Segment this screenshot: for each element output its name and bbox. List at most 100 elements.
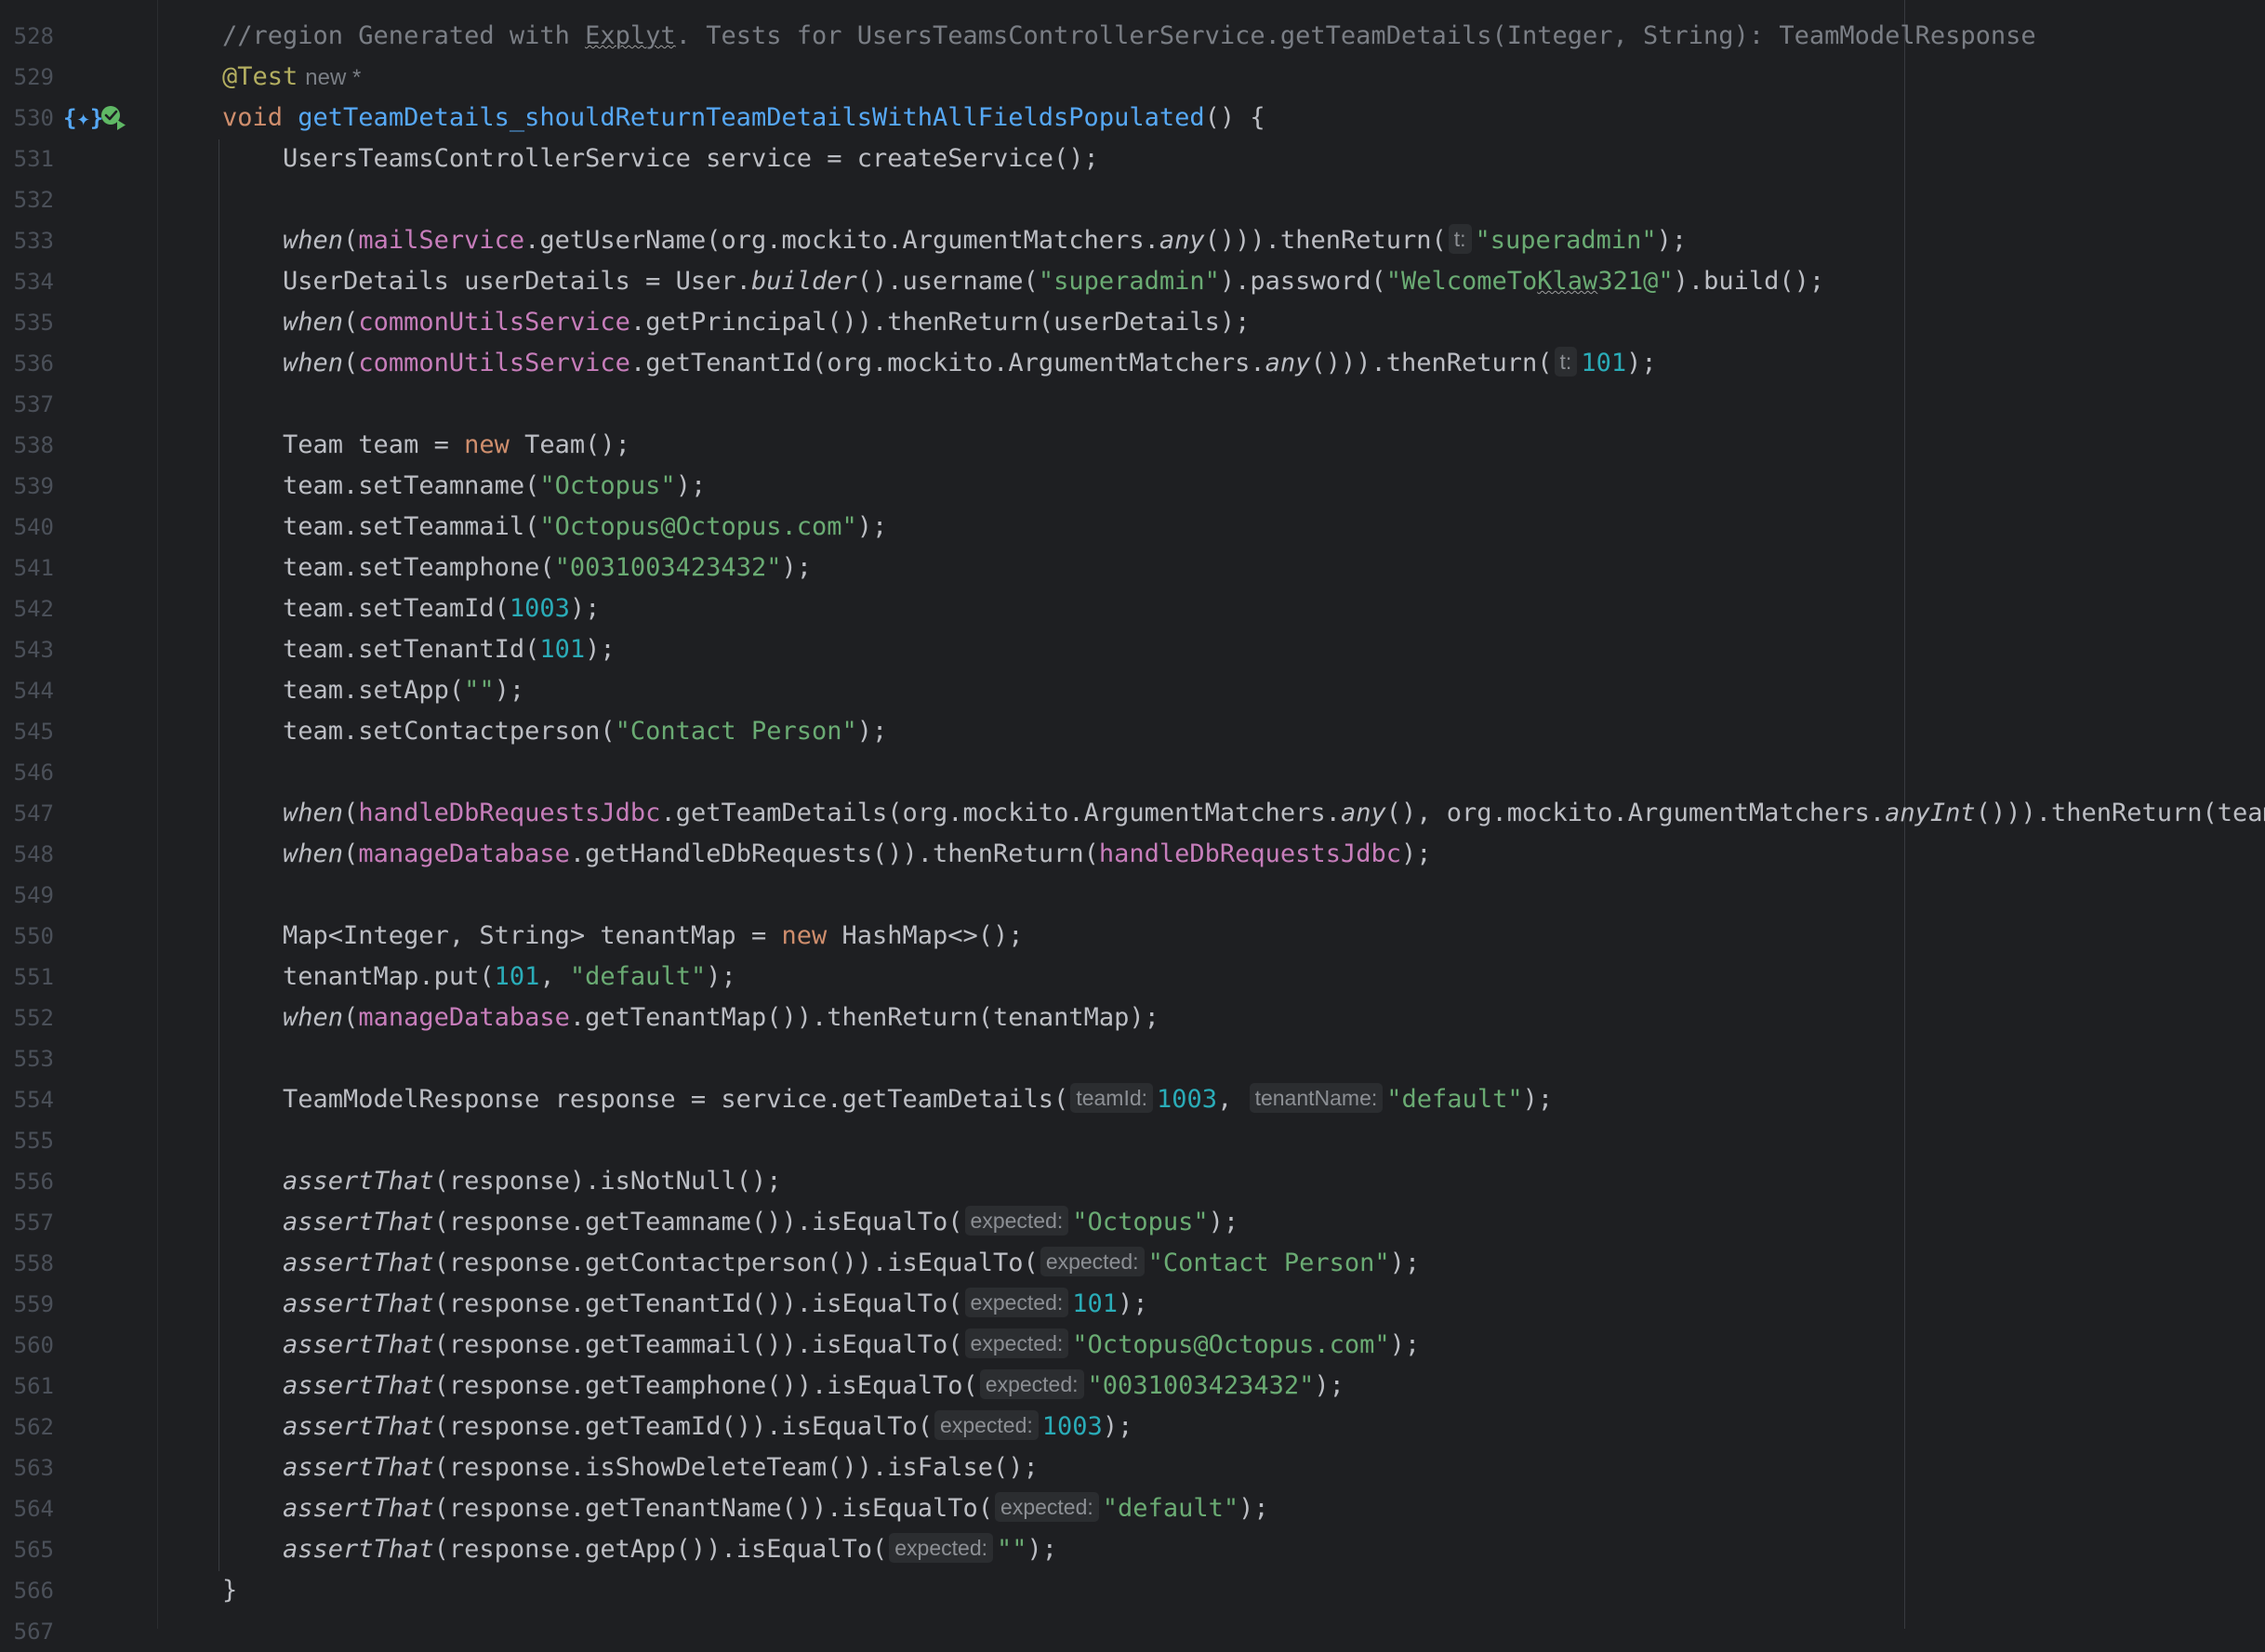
code-text[interactable]: assertThat(response.getContactperson()).…: [222, 1243, 1420, 1284]
code-line[interactable]: 548 when(manageDatabase.getHandleDbReque…: [0, 834, 2265, 875]
code-text[interactable]: when(handleDbRequestsJdbc.getTeamDetails…: [222, 793, 2265, 834]
code-line[interactable]: 544 team.setApp("");: [0, 670, 2265, 711]
code-text[interactable]: assertThat(response.getTeamphone()).isEq…: [222, 1366, 1344, 1407]
code-token-plain: );: [1522, 1085, 1554, 1114]
code-text[interactable]: when(commonUtilsService.getTenantId(org.…: [222, 343, 1657, 384]
code-line[interactable]: 557 assertThat(response.getTeamname()).i…: [0, 1202, 2265, 1243]
code-text[interactable]: when(commonUtilsService.getPrincipal()).…: [222, 302, 1250, 343]
code-line[interactable]: 553: [0, 1038, 2265, 1079]
code-text[interactable]: team.setTeamphone("0031003423432");: [222, 548, 812, 588]
code-text[interactable]: team.setTeammail("Octopus@Octopus.com");: [222, 507, 887, 548]
code-text[interactable]: assertThat(response.getTeamId()).isEqual…: [222, 1407, 1132, 1447]
line-number: 550: [13, 923, 54, 949]
code-line[interactable]: 552 when(manageDatabase.getTenantMap()).…: [0, 998, 2265, 1038]
code-token-plain: (: [343, 349, 359, 377]
code-token-num: 101: [1072, 1289, 1119, 1318]
code-line[interactable]: 542 team.setTeamId(1003);: [0, 588, 2265, 629]
code-line[interactable]: 543 team.setTenantId(101);: [0, 629, 2265, 670]
code-line[interactable]: 563 assertThat(response.isShowDeleteTeam…: [0, 1447, 2265, 1488]
code-line[interactable]: 565 assertThat(response.getApp()).isEqua…: [0, 1529, 2265, 1570]
code-line[interactable]: 532: [0, 179, 2265, 220]
code-line[interactable]: 534 UserDetails userDetails = User.build…: [0, 261, 2265, 302]
code-text[interactable]: when(manageDatabase.getTenantMap()).then…: [222, 998, 1159, 1038]
ai-generate-icon[interactable]: {✦}: [63, 98, 103, 139]
code-token-plain: Team();: [524, 430, 630, 459]
code-token-plain: );: [1102, 1412, 1133, 1441]
code-line[interactable]: 551 tenantMap.put(101, "default");: [0, 957, 2265, 998]
code-text[interactable]: assertThat(response.getTenantId()).isEqu…: [222, 1284, 1148, 1325]
code-text[interactable]: assertThat(response.getApp()).isEqualTo(…: [222, 1529, 1057, 1570]
code-line[interactable]: 545 team.setContactperson("Contact Perso…: [0, 711, 2265, 752]
code-text[interactable]: team.setTeamname("Octopus");: [222, 466, 706, 507]
code-line[interactable]: 535 when(commonUtilsService.getPrincipal…: [0, 302, 2265, 343]
code-token-plain: team.setTeamname(: [222, 471, 540, 500]
code-text[interactable]: assertThat(response.isShowDeleteTeam()).…: [222, 1447, 1039, 1488]
code-line[interactable]: 538 Team team = new Team();: [0, 425, 2265, 466]
code-text[interactable]: team.setTenantId(101);: [222, 629, 616, 670]
code-token-str: "default": [1386, 1085, 1523, 1114]
code-token-static: any: [1265, 349, 1311, 377]
code-text[interactable]: team.setTeamId(1003);: [222, 588, 600, 629]
code-text[interactable]: when(mailService.getUserName(org.mockito…: [222, 220, 1687, 261]
code-text[interactable]: assertThat(response.getTeammail()).isEqu…: [222, 1325, 1420, 1366]
code-line[interactable]: 567: [0, 1611, 2265, 1652]
code-line[interactable]: 540 team.setTeammail("Octopus@Octopus.co…: [0, 507, 2265, 548]
code-text[interactable]: team.setContactperson("Contact Person");: [222, 711, 887, 752]
code-text[interactable]: assertThat(response.getTeamname()).isEqu…: [222, 1202, 1238, 1243]
code-text[interactable]: tenantMap.put(101, "default");: [222, 957, 736, 998]
code-line[interactable]: 554 TeamModelResponse response = service…: [0, 1079, 2265, 1120]
run-test-passed-icon[interactable]: [99, 98, 128, 139]
code-token-static: assertThat: [283, 1330, 434, 1359]
code-line[interactable]: 547 when(handleDbRequestsJdbc.getTeamDet…: [0, 793, 2265, 834]
code-text[interactable]: Map<Integer, String> tenantMap = new Has…: [222, 916, 1024, 957]
code-line[interactable]: 556 assertThat(response).isNotNull();: [0, 1161, 2265, 1202]
code-line[interactable]: 560 assertThat(response.getTeammail()).i…: [0, 1325, 2265, 1366]
code-text[interactable]: Team team = new Team();: [222, 425, 630, 466]
code-line[interactable]: 539 team.setTeamname("Octopus");: [0, 466, 2265, 507]
line-number: 567: [13, 1619, 54, 1645]
line-number: 552: [13, 1005, 54, 1031]
code-token-plain: ).build();: [1673, 267, 1825, 296]
code-token-kw: new: [464, 430, 525, 459]
code-text[interactable]: TeamModelResponse response = service.get…: [222, 1079, 1553, 1120]
code-line[interactable]: 566}: [0, 1570, 2265, 1611]
code-line[interactable]: 530 void getTeamDetails_shouldReturnTeamD…: [0, 98, 2265, 139]
code-line[interactable]: 528 //region Generated with Explyt. Tests…: [0, 16, 2265, 57]
code-line[interactable]: 537: [0, 384, 2265, 425]
code-text[interactable]: UsersTeamsControllerService service = cr…: [222, 139, 1099, 179]
code-text[interactable]: //region Generated with Explyt. Tests fo…: [222, 16, 2036, 57]
code-text[interactable]: assertThat(response).isNotNull();: [222, 1161, 781, 1202]
code-text[interactable]: when(manageDatabase.getHandleDbRequests(…: [222, 834, 1431, 875]
code-line[interactable]: 561 assertThat(response.getTeamphone()).…: [0, 1366, 2265, 1407]
code-text[interactable]: @Test new *: [222, 57, 361, 99]
code-text[interactable]: }: [222, 1570, 237, 1611]
code-token-static: assertThat: [283, 1371, 434, 1400]
code-line[interactable]: 555: [0, 1120, 2265, 1161]
code-line[interactable]: 546: [0, 752, 2265, 793]
code-line[interactable]: 562 assertThat(response.getTeamId()).isE…: [0, 1407, 2265, 1447]
code-line[interactable]: 541 team.setTeamphone("0031003423432");: [0, 548, 2265, 588]
line-number: 551: [13, 964, 54, 990]
code-token-str: "Octopus": [1072, 1208, 1209, 1236]
line-number: 532: [13, 187, 54, 213]
code-token-static: assertThat: [283, 1453, 434, 1482]
code-line[interactable]: 533 when(mailService.getUserName(org.moc…: [0, 220, 2265, 261]
code-line[interactable]: 536 when(commonUtilsService.getTenantId(…: [0, 343, 2265, 384]
code-text[interactable]: assertThat(response.getTenantName()).isE…: [222, 1488, 1269, 1529]
code-line[interactable]: 564 assertThat(response.getTenantName())…: [0, 1488, 2265, 1529]
code-text[interactable]: UserDetails userDetails = User.builder()…: [222, 261, 1824, 302]
code-text[interactable]: team.setApp("");: [222, 670, 524, 711]
code-line[interactable]: 550 Map<Integer, String> tenantMap = new…: [0, 916, 2265, 957]
code-line[interactable]: 529 @Test new *: [0, 57, 2265, 98]
code-token-static: when: [283, 839, 344, 868]
code-line[interactable]: 558 assertThat(response.getContactperson…: [0, 1243, 2265, 1284]
code-token-static: when: [283, 226, 344, 255]
code-text[interactable]: void getTeamDetails_shouldReturnTeamDeta…: [222, 98, 1265, 139]
code-line[interactable]: 559 assertThat(response.getTenantId()).i…: [0, 1284, 2265, 1325]
code-line[interactable]: 531 UsersTeamsControllerService service …: [0, 139, 2265, 179]
code-line[interactable]: 549: [0, 875, 2265, 916]
code-editor[interactable]: 527528//region Generated with Explyt. Te…: [0, 0, 2265, 1645]
